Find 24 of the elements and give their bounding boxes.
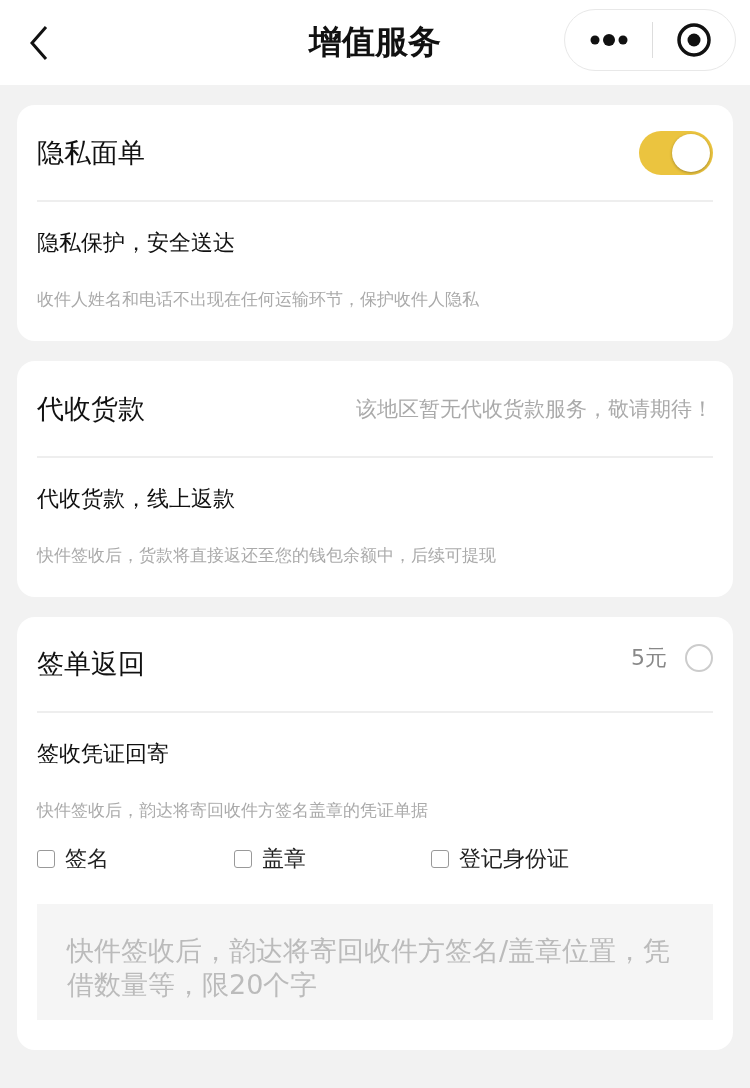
unavailable-notice: 该地区暂无代收货款服务，敬请期待！ (356, 395, 713, 423)
price-label: 5元 (631, 644, 667, 672)
remark-field[interactable]: 快件签收后，韵达将寄回收件方签名/盖章位置，凭借数量等，限20个字 (37, 904, 713, 1020)
checkbox-label: 盖章 (262, 845, 306, 873)
checkbox[interactable] (234, 850, 252, 868)
checkbox[interactable] (431, 850, 449, 868)
back-icon[interactable] (29, 24, 49, 61)
checkbox[interactable] (37, 850, 55, 868)
toggle-switch[interactable] (639, 130, 713, 175)
service-title: 代收货款 (37, 391, 145, 426)
service-subtitle: 代收货款，线上返款 (37, 485, 236, 513)
service-subtitle: 隐私保护，安全送达 (37, 229, 236, 257)
service-description: 快件签收后，韵达将寄回收件方签名盖章的凭证单据 (37, 799, 429, 822)
close-target-icon[interactable] (675, 22, 712, 58)
service-description: 收件人姓名和电话不出现在任何运输环节，保护收件人隐私 (37, 288, 480, 311)
checkbox-label: 签名 (65, 845, 109, 873)
service-title: 签单返回 (37, 647, 145, 681)
page-title: 增值服务 (309, 21, 441, 63)
service-subtitle: 签收凭证回寄 (37, 740, 170, 768)
service-title: 隐私面单 (37, 135, 145, 170)
service-description: 快件签收后，货款将直接返还至您的钱包余额中，后续可提现 (37, 544, 497, 567)
checkbox-label: 登记身份证 (459, 845, 569, 873)
more-icon[interactable] (588, 34, 629, 46)
radio-button[interactable] (685, 644, 713, 672)
